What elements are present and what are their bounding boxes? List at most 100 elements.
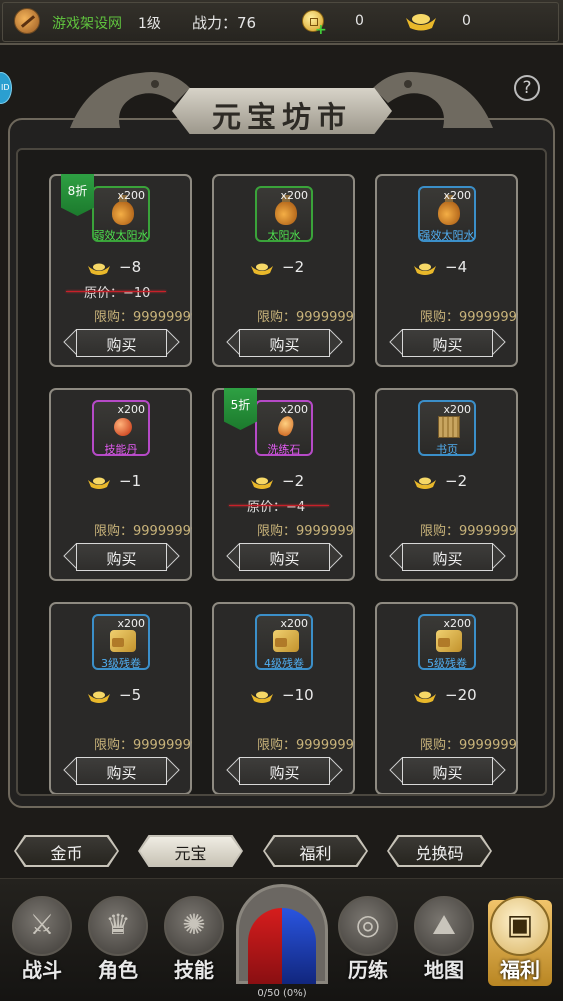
tab-3[interactable]: 兑换码 <box>387 835 492 867</box>
shop-item-card: x200 洗练石 5折 −2 原价：−4 限购：9999999999 购买 <box>212 388 355 581</box>
buy-button-label: 购买 <box>106 764 137 782</box>
item-slot[interactable]: x200 洗练石 <box>255 400 313 456</box>
purchase-limit: 限购：9999999999 <box>257 310 355 325</box>
item-slot[interactable]: x200 4级残卷 <box>255 614 313 670</box>
item-count: x200 <box>280 617 308 630</box>
shop-item-card: x200 4级残卷 −10 限购：9999999999 购买 <box>212 602 355 794</box>
buy-button[interactable]: 购买 <box>226 328 343 358</box>
spiral-icon: ◎ <box>338 896 398 956</box>
buy-button[interactable]: 购买 <box>226 542 343 572</box>
buy-button[interactable]: 购买 <box>389 756 506 786</box>
nav-label: 角色 <box>98 958 138 982</box>
item-name: 洗练石 <box>267 443 301 456</box>
tab-label: 元宝 <box>174 844 207 863</box>
buy-button-label: 购买 <box>106 336 137 354</box>
nav-item-0[interactable]: ⚔ 战斗 <box>6 896 78 988</box>
gold-ingot-icon <box>414 477 436 489</box>
book-icon <box>438 416 460 438</box>
buy-button-label: 购买 <box>432 336 463 354</box>
tab-2[interactable]: 福利 <box>263 835 368 867</box>
nav-item-5[interactable]: ▣ 福利 <box>484 896 556 988</box>
nav-label: 技能 <box>174 958 214 982</box>
potion-icon <box>438 195 460 225</box>
item-price: −8 <box>119 258 142 276</box>
tab-1[interactable]: 元宝 <box>138 835 243 867</box>
shop-item-card: x200 技能丹 −1 限购：9999999999 购买 <box>49 388 192 581</box>
purchase-limit: 限购：9999999999 <box>94 738 192 753</box>
shop-item-card: x200 强效太阳水 −4 限购：9999999999 购买 <box>375 174 518 367</box>
helmet-icon: ♛ <box>88 896 148 956</box>
gold-ingot-icon <box>404 12 438 36</box>
skill-icon: ✺ <box>164 896 224 956</box>
purchase-limit: 限购：9999999999 <box>257 738 355 753</box>
item-grid: x200 弱效太阳水 8折 −8 原价：−10 限购：9999999999 购买… <box>16 148 547 796</box>
gold-ingot-icon <box>88 263 110 275</box>
item-slot[interactable]: x200 5级残卷 <box>418 614 476 670</box>
gold-ingot-icon <box>251 477 273 489</box>
add-coin-button[interactable]: + <box>315 22 327 38</box>
item-slot[interactable]: x200 强效太阳水 <box>418 186 476 242</box>
item-count: x200 <box>117 617 145 630</box>
buy-button[interactable]: 购买 <box>63 756 180 786</box>
item-name: 强效太阳水 <box>419 229 475 242</box>
tab-0[interactable]: 金币 <box>14 835 119 867</box>
coin-count: 0 <box>355 13 364 29</box>
nav-item-3[interactable]: ◎ 历练 <box>332 896 404 988</box>
gold-ingot-icon <box>251 691 273 703</box>
side-badge[interactable]: ID <box>0 72 12 104</box>
scroll-icon <box>110 630 136 652</box>
buy-button-label: 购买 <box>432 550 463 568</box>
item-price: −1 <box>119 472 142 490</box>
potion-icon <box>112 195 134 225</box>
item-price: −2 <box>445 472 468 490</box>
site-logo-icon[interactable] <box>14 8 40 34</box>
shop-item-card: x200 5级残卷 −20 限购：9999999999 购买 <box>375 602 518 794</box>
buy-button-label: 购买 <box>269 764 300 782</box>
item-price: −5 <box>119 686 142 704</box>
item-count: x200 <box>280 189 308 202</box>
nav-item-4[interactable]: ⛰ 地图 <box>408 896 480 988</box>
item-name: 4级残卷 <box>264 657 304 670</box>
buy-button-label: 购买 <box>269 550 300 568</box>
nav-item-2[interactable]: ✺ 技能 <box>158 896 230 988</box>
buy-button[interactable]: 购买 <box>63 542 180 572</box>
buy-button-label: 购买 <box>432 764 463 782</box>
swords-icon: ⚔ <box>12 896 72 956</box>
purchase-limit: 限购：9999999999 <box>94 310 192 325</box>
scroll-icon <box>273 630 299 652</box>
help-button[interactable]: ? <box>514 75 540 101</box>
portal-gate-button[interactable] <box>232 878 332 990</box>
discount-ribbon: 5折 <box>224 388 257 430</box>
purchase-limit: 限购：9999999999 <box>420 310 518 325</box>
gold-ingot-icon <box>414 263 436 275</box>
strikethrough-line <box>229 505 329 506</box>
item-name: 技能丹 <box>104 443 138 456</box>
item-count: x200 <box>117 403 145 416</box>
potion-icon <box>275 195 297 225</box>
buy-button[interactable]: 购买 <box>63 328 180 358</box>
top-status-bar: 游戏架设网 1级 战力：76 + 0 0 <box>0 0 563 45</box>
item-count: x200 <box>443 617 471 630</box>
item-slot[interactable]: x200 弱效太阳水 <box>92 186 150 242</box>
gold-ingot-icon <box>251 263 273 275</box>
nav-label: 历练 <box>348 958 388 982</box>
progress-text: 0/50 (0%) <box>257 988 307 999</box>
strikethrough-line <box>66 291 166 292</box>
gold-ingot-icon <box>88 691 110 703</box>
item-slot[interactable]: x200 太阳水 <box>255 186 313 242</box>
buy-button[interactable]: 购买 <box>226 756 343 786</box>
shop-item-card: x200 3级残卷 −5 限购：9999999999 购买 <box>49 602 192 794</box>
nav-label: 战斗 <box>22 958 62 982</box>
shop-item-card: x200 太阳水 −2 限购：9999999999 购买 <box>212 174 355 367</box>
item-count: x200 <box>117 189 145 202</box>
buy-button[interactable]: 购买 <box>389 542 506 572</box>
buy-button[interactable]: 购买 <box>389 328 506 358</box>
item-price: −20 <box>445 686 477 704</box>
item-slot[interactable]: x200 技能丹 <box>92 400 150 456</box>
nav-item-1[interactable]: ♛ 角色 <box>82 896 154 988</box>
item-slot[interactable]: x200 3级残卷 <box>92 614 150 670</box>
item-slot[interactable]: x200 书页 <box>418 400 476 456</box>
purchase-limit: 限购：9999999999 <box>420 738 518 753</box>
tab-label: 金币 <box>50 844 83 863</box>
site-name: 游戏架设网 <box>52 16 122 32</box>
